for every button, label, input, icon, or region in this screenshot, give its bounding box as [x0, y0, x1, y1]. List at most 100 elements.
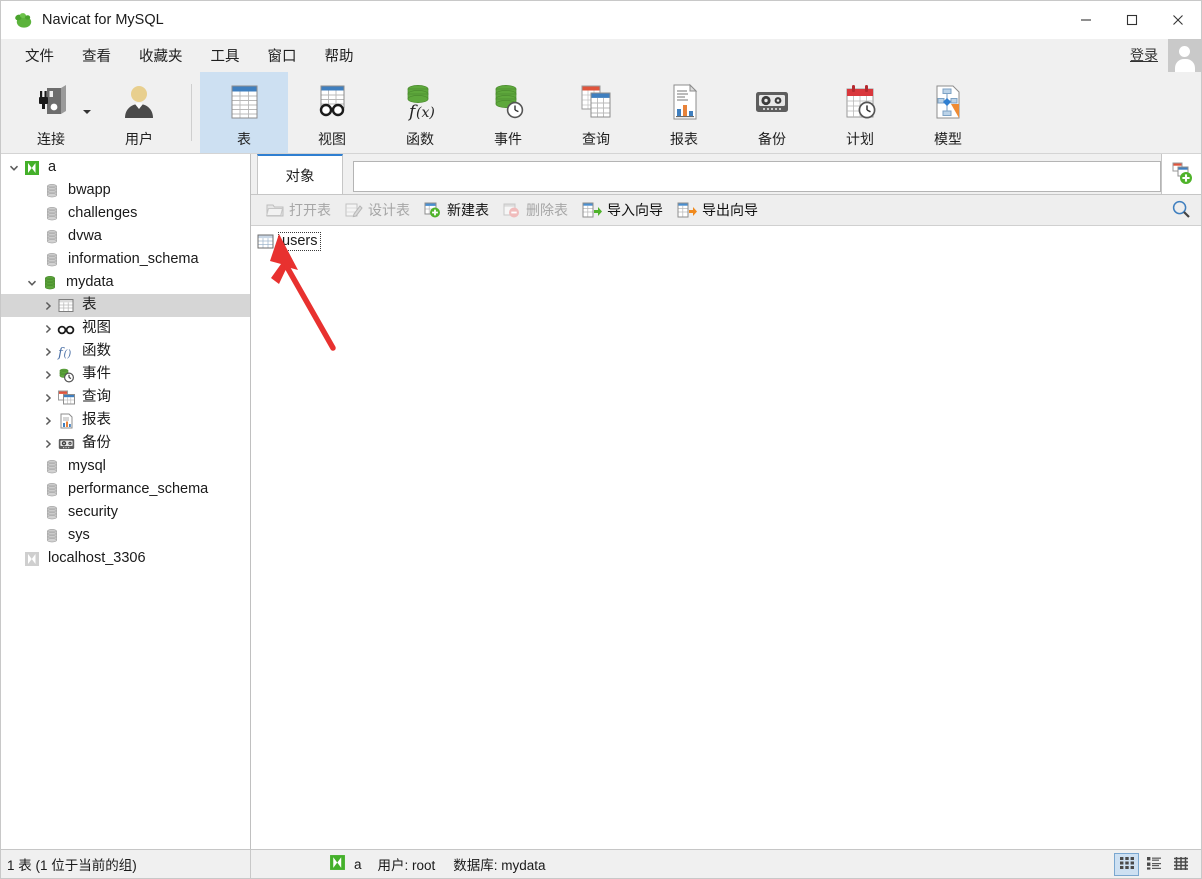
- action-import-wizard[interactable]: 导入向导: [575, 198, 670, 223]
- toolbar-button-report[interactable]: 报表: [640, 72, 728, 153]
- menu-file[interactable]: 文件: [11, 41, 68, 70]
- tree-node-sys[interactable]: sys: [1, 524, 250, 547]
- maximize-button[interactable]: [1109, 1, 1155, 39]
- tree-node-bwapp[interactable]: bwapp: [1, 179, 250, 202]
- tree-node-mydata[interactable]: mydata: [1, 271, 250, 294]
- tree-node-backups[interactable]: 备份: [1, 432, 250, 455]
- tree-node-queries[interactable]: 查询: [1, 386, 250, 409]
- chevron-down-icon[interactable]: [23, 278, 40, 288]
- view-mode-detail-button[interactable]: [1168, 853, 1193, 876]
- toolbar-label: 查询: [582, 130, 610, 147]
- menu-tools[interactable]: 工具: [197, 41, 254, 70]
- status-bar: 1 表 (1 位于当前的组) a 用户: root 数据库: mydata: [1, 849, 1201, 879]
- backup-tape-icon: [751, 81, 793, 123]
- toolbar-label: 视图: [318, 130, 346, 147]
- object-tree-sidebar[interactable]: a bwapp challenges dvwa information_sche…: [1, 154, 251, 849]
- toolbar-button-user[interactable]: 用户: [95, 72, 183, 153]
- annotation-arrow: [270, 234, 336, 351]
- tree-node-label: 事件: [82, 366, 111, 383]
- toolbar-button-schedule[interactable]: 计划: [816, 72, 904, 153]
- chevron-right-icon[interactable]: [39, 393, 56, 403]
- database-gray-icon: [42, 482, 62, 498]
- tree-node-connection-a[interactable]: a: [1, 156, 250, 179]
- toolbar-label: 模型: [934, 130, 962, 147]
- tree-node-mysql[interactable]: mysql: [1, 455, 250, 478]
- close-button[interactable]: [1155, 1, 1201, 39]
- chevron-right-icon[interactable]: [39, 324, 56, 334]
- main-toolbar: 连接 用户 表 视图 f (x) 函数 事件 查询 报表 备份 计划 模型: [1, 72, 1201, 154]
- login-link[interactable]: 登录: [1120, 45, 1168, 65]
- tree-node-challenges[interactable]: challenges: [1, 202, 250, 225]
- tree-node-events[interactable]: 事件: [1, 363, 250, 386]
- toolbar-button-query[interactable]: 查询: [552, 72, 640, 153]
- tree-node-performance-schema[interactable]: performance_schema: [1, 478, 250, 501]
- toolbar-button-connection[interactable]: 连接: [7, 72, 95, 153]
- toolbar-button-table[interactable]: 表: [200, 72, 288, 153]
- chevron-right-icon[interactable]: [39, 370, 56, 380]
- chevron-down-icon[interactable]: [83, 110, 91, 114]
- tree-node-security[interactable]: security: [1, 501, 250, 524]
- tree-node-information-schema[interactable]: information_schema: [1, 248, 250, 271]
- toolbar-button-backup[interactable]: 备份: [728, 72, 816, 153]
- table-icon: [56, 298, 76, 313]
- object-item-users[interactable]: users: [257, 232, 322, 252]
- action-design-table[interactable]: 设计表: [338, 198, 417, 223]
- table-icon: [257, 234, 275, 250]
- tree-node-views[interactable]: 视图: [1, 317, 250, 340]
- chevron-right-icon[interactable]: [39, 347, 56, 357]
- tree-node-label: a: [48, 159, 57, 176]
- tree-node-label: mysql: [68, 458, 106, 475]
- toolbar-label: 计划: [846, 130, 874, 147]
- menu-help[interactable]: 帮助: [311, 41, 368, 70]
- menu-bar-right: 登录: [1120, 38, 1201, 72]
- view-mode-grid-button[interactable]: [1114, 852, 1139, 876]
- new-object-plus-icon: [1170, 161, 1194, 188]
- database-gray-icon: [42, 252, 62, 268]
- action-new-table[interactable]: 新建表: [417, 198, 496, 223]
- action-label: 删除表: [526, 202, 568, 218]
- menu-window[interactable]: 窗口: [254, 41, 311, 70]
- tree-node-tables[interactable]: 表: [1, 294, 250, 317]
- tree-node-label: bwapp: [68, 182, 111, 199]
- toolbar-separator: [191, 84, 192, 141]
- action-open-table[interactable]: 打开表: [259, 198, 338, 223]
- search-input[interactable]: [353, 161, 1161, 192]
- chevron-right-icon[interactable]: [39, 439, 56, 449]
- tree-node-label: performance_schema: [68, 481, 209, 498]
- tree-node-label: 表: [82, 297, 97, 314]
- tree-node-reports[interactable]: 报表: [1, 409, 250, 432]
- chevron-down-icon[interactable]: [5, 163, 22, 173]
- tree-node-functions[interactable]: f() 函数: [1, 340, 250, 363]
- new-object-button[interactable]: [1161, 154, 1201, 194]
- action-delete-table[interactable]: 删除表: [496, 198, 575, 223]
- view-mode-list-button[interactable]: [1141, 853, 1166, 876]
- object-search-button[interactable]: [1161, 195, 1201, 226]
- chevron-right-icon[interactable]: [39, 301, 56, 311]
- user-icon: [118, 81, 160, 123]
- event-clock-icon: [487, 81, 529, 123]
- tab-objects[interactable]: 对象: [257, 154, 343, 194]
- tree-node-localhost-3306[interactable]: localhost_3306: [1, 547, 250, 570]
- menu-view[interactable]: 查看: [68, 41, 125, 70]
- status-database: 数据库: mydata: [453, 858, 546, 873]
- status-view-modes: [1114, 852, 1201, 876]
- toolbar-label: 连接: [37, 130, 65, 147]
- grid-view-icon: [1119, 856, 1135, 873]
- toolbar-button-model[interactable]: 模型: [904, 72, 992, 153]
- action-export-wizard[interactable]: 导出向导: [670, 198, 765, 223]
- chevron-right-icon[interactable]: [39, 416, 56, 426]
- design-table-icon: [345, 202, 363, 218]
- toolbar-button-function[interactable]: f (x) 函数: [376, 72, 464, 153]
- menu-favorites[interactable]: 收藏夹: [125, 41, 197, 70]
- object-list-area[interactable]: users: [251, 226, 1201, 849]
- toolbar-button-event[interactable]: 事件: [464, 72, 552, 153]
- main-pane: 对象 打开表 设计表 新建表 删除表 导入向导 导出向导 users: [251, 154, 1201, 849]
- tree-node-dvwa[interactable]: dvwa: [1, 225, 250, 248]
- status-left: 1 表 (1 位于当前的组): [1, 849, 251, 879]
- user-avatar-icon[interactable]: [1168, 38, 1201, 72]
- minimize-button[interactable]: [1063, 1, 1109, 39]
- report-icon: [56, 413, 76, 429]
- action-label: 导出向导: [702, 202, 758, 218]
- status-connection-name: a: [354, 856, 362, 872]
- toolbar-button-view[interactable]: 视图: [288, 72, 376, 153]
